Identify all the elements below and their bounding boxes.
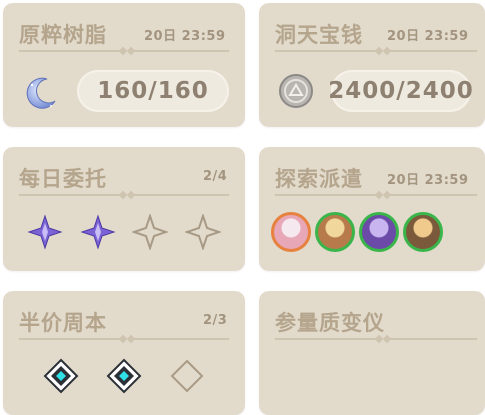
expedition-character-avatar	[271, 212, 311, 252]
expedition-character-avatar	[359, 212, 399, 252]
resin-title: 原粹树脂	[19, 23, 107, 47]
weekly-boss-card[interactable]: 半价周本 2/3	[3, 291, 245, 415]
commission-complete-icon	[27, 214, 63, 250]
resin-card[interactable]: 原粹树脂 20日 23:59 160/160	[3, 3, 245, 127]
divider	[382, 190, 477, 200]
expedition-title: 探索派遣	[275, 167, 363, 191]
transformer-card[interactable]: 参量质变仪	[259, 291, 485, 415]
weekly-count: 2/3	[203, 313, 228, 328]
commission-pending-icon	[132, 214, 168, 250]
divider	[382, 46, 477, 56]
divider	[19, 334, 128, 344]
weekly-complete-icon	[43, 358, 79, 394]
divider	[126, 46, 229, 56]
divider	[275, 334, 384, 344]
expedition-character-avatar	[315, 212, 355, 252]
commission-pending-icon	[185, 214, 221, 250]
realm-value: 2400/2400	[328, 70, 473, 112]
transformer-title: 参量质变仪	[275, 311, 385, 335]
expedition-card[interactable]: 探索派遣 20日 23:59	[259, 147, 485, 271]
moon-crescent-icon	[26, 77, 56, 109]
divider	[275, 46, 384, 56]
weekly-title: 半价周本	[19, 311, 107, 335]
weekly-pending-icon	[170, 359, 204, 393]
divider	[19, 46, 128, 56]
realm-time: 20日 23:59	[387, 29, 469, 44]
divider	[382, 334, 477, 344]
realm-currency-card[interactable]: 洞天宝钱 20日 23:59 2400/2400	[259, 3, 485, 127]
divider	[275, 190, 384, 200]
resin-value: 160/160	[77, 70, 229, 112]
divider	[126, 334, 229, 344]
commission-count: 2/4	[203, 169, 228, 184]
expedition-character-avatar	[403, 212, 443, 252]
daily-commission-card[interactable]: 每日委托 2/4	[3, 147, 245, 271]
commission-title: 每日委托	[19, 167, 107, 191]
resin-time: 20日 23:59	[144, 29, 226, 44]
weekly-complete-icon	[106, 358, 142, 394]
expedition-time: 20日 23:59	[387, 173, 469, 188]
coin-icon	[279, 74, 313, 108]
divider	[19, 190, 128, 200]
realm-title: 洞天宝钱	[275, 23, 363, 47]
commission-complete-icon	[80, 214, 116, 250]
divider	[126, 190, 229, 200]
